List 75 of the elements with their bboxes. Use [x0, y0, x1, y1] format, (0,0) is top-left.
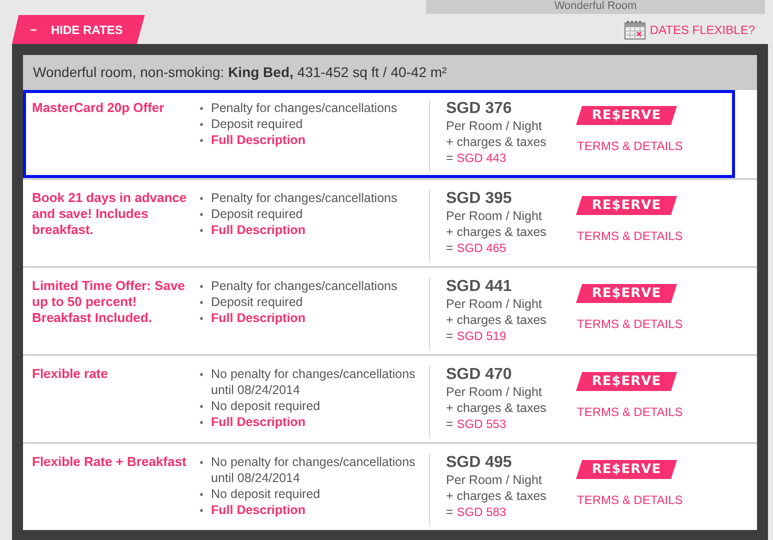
nightly-price: SGD 470	[446, 366, 513, 384]
charges-note: + charges & taxes	[446, 312, 548, 328]
rate-name: Flexible Rate + Breakfast	[32, 454, 188, 471]
price-unit: Per Room / Night	[446, 118, 543, 134]
nightly-price: SGD 376	[446, 100, 513, 118]
bullet-icon	[200, 493, 203, 496]
policy-text: Deposit required	[211, 116, 303, 132]
charges-note: + charges & taxes	[446, 134, 548, 150]
terms-link[interactable]: TERMS & DETAILS	[577, 493, 683, 507]
terms-link[interactable]: TERMS & DETAILS	[577, 317, 683, 331]
total-price: SGD 519	[456, 329, 506, 343]
bullet-icon	[200, 421, 203, 424]
total-price: SGD 583	[456, 505, 506, 519]
full-description-link[interactable]: Full Description	[211, 310, 306, 326]
bullet-icon	[200, 123, 203, 126]
equals-sign: =	[446, 329, 454, 343]
bullet-icon	[200, 139, 203, 142]
policy-text: No penalty for changes/cancellations until 08/24/2014	[211, 366, 416, 398]
rate-name: MasterCard 20p Offer	[32, 100, 166, 117]
equals-sign: =	[446, 505, 454, 519]
bullet-icon	[200, 213, 203, 216]
equals-sign: =	[446, 417, 454, 431]
full-description-link[interactable]: Full Description	[211, 414, 306, 430]
bullet-icon	[200, 229, 203, 232]
calendar-icon	[624, 20, 646, 40]
price-unit: Per Room / Night	[446, 208, 543, 224]
bullet-icon	[200, 373, 203, 376]
reserve-button[interactable]: RE$ERVE	[576, 196, 677, 215]
reserve-button[interactable]: RE$ERVE	[576, 106, 677, 125]
rate-name: Book 21 days in advance and save! Includes breakfast.	[32, 190, 188, 239]
charges-note: + charges & taxes	[446, 488, 548, 504]
bullet-icon	[200, 301, 203, 304]
bullet-icon	[200, 317, 203, 320]
room-description: Wonderful room, non-smoking: King Bed, 431-452 sq ft / 40-42 m²	[23, 55, 757, 90]
price-unit: Per Room / Night	[446, 296, 543, 312]
rate-name: Flexible rate	[32, 366, 109, 383]
terms-link[interactable]: TERMS & DETAILS	[577, 139, 683, 153]
bullet-icon	[200, 405, 203, 408]
full-description-link[interactable]: Full Description	[211, 222, 306, 238]
equals-sign: =	[446, 151, 454, 165]
price-unit: Per Room / Night	[446, 472, 543, 488]
policy-text: Penalty for changes/cancellations	[211, 100, 398, 116]
policy-text: Penalty for changes/cancellations	[211, 190, 398, 206]
reserve-button[interactable]: RE$ERVE	[576, 284, 677, 303]
policy-text: Deposit required	[211, 206, 303, 222]
total-price: SGD 553	[456, 417, 506, 431]
bullet-icon	[200, 107, 203, 110]
total-price: SGD 443	[456, 151, 506, 165]
policy-text: No deposit required	[211, 398, 320, 414]
nightly-price: SGD 395	[446, 190, 513, 208]
nightly-price: SGD 495	[446, 454, 513, 472]
dates-flexible-link[interactable]: DATES FLEXIBLE?	[624, 20, 755, 40]
charges-note: + charges & taxes	[446, 224, 548, 240]
terms-link[interactable]: TERMS & DETAILS	[577, 405, 683, 419]
price-unit: Per Room / Night	[446, 384, 543, 400]
policy-text: Deposit required	[211, 294, 303, 310]
policy-text: No penalty for changes/cancellations until 08/24/2014	[211, 454, 416, 486]
nightly-price: SGD 441	[446, 278, 513, 296]
rate-name: Limited Time Offer: Save up to 50 percent! Breakfast Included.	[32, 278, 186, 327]
terms-link[interactable]: TERMS & DETAILS	[577, 229, 683, 243]
total-price: SGD 465	[456, 241, 506, 255]
reserve-button[interactable]: RE$ERVE	[576, 460, 677, 479]
reserve-button[interactable]: RE$ERVE	[576, 372, 677, 391]
bullet-icon	[200, 197, 203, 200]
room-tab[interactable]: Wonderful Room	[426, 0, 765, 14]
policy-text: No deposit required	[211, 486, 320, 502]
bullet-icon	[200, 285, 203, 288]
bullet-icon	[200, 509, 203, 512]
hide-rates-button[interactable]: − HIDE RATES	[12, 15, 145, 44]
equals-sign: =	[446, 241, 454, 255]
charges-note: + charges & taxes	[446, 400, 548, 416]
full-description-link[interactable]: Full Description	[211, 502, 306, 518]
bullet-icon	[200, 461, 203, 464]
policy-text: Penalty for changes/cancellations	[211, 278, 398, 294]
full-description-link[interactable]: Full Description	[211, 132, 306, 148]
